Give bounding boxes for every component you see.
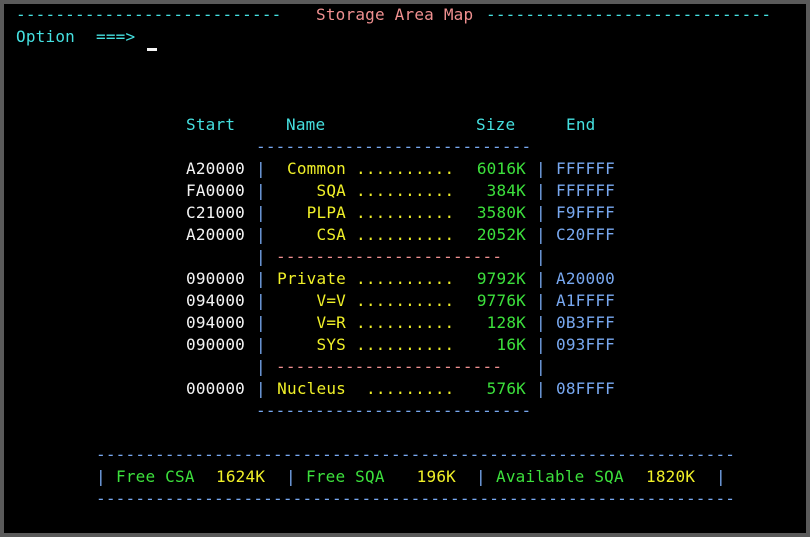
text-cursor: [147, 48, 157, 51]
row-start-address: 094000: [186, 291, 245, 310]
summary-bar: |: [716, 467, 726, 486]
row-start-address: 090000: [186, 335, 245, 354]
box-left-bar: |: [256, 335, 266, 354]
box-left-bar: |: [256, 291, 266, 310]
box-right-bar: |: [536, 335, 546, 354]
option-arrow: ===>: [96, 27, 136, 46]
row-end-address: 08FFFF: [556, 379, 615, 398]
row-end-address: A20000: [556, 269, 615, 288]
row-end-address: C20FFF: [556, 225, 615, 244]
row-end-address: 0B3FFF: [556, 313, 615, 332]
row-leader-dots: .........: [366, 379, 455, 398]
row-start-address: 000000: [186, 379, 245, 398]
box-right-bar: |: [536, 379, 546, 398]
box-right-bar: |: [536, 181, 546, 200]
summary-bar: |: [96, 467, 106, 486]
row-start-address: 094000: [186, 313, 245, 332]
row-leader-dots: ..........: [356, 335, 455, 354]
row-size: 3580K: [476, 203, 526, 222]
row-area-name: PLPA: [306, 203, 346, 222]
option-label: Option: [16, 27, 75, 46]
column-header-start: Start: [186, 115, 236, 134]
box-right-bar: |: [536, 203, 546, 222]
row-size: 9792K: [476, 269, 526, 288]
box-left-bar: |: [256, 313, 266, 332]
box-right-bar: |: [536, 313, 546, 332]
box-left-bar: |: [256, 357, 266, 376]
row-area-name: SQA: [316, 181, 346, 200]
box-left-bar: |: [256, 159, 266, 178]
row-size: 2052K: [476, 225, 526, 244]
row-leader-dots: ..........: [356, 291, 455, 310]
box-rule-top: ----------------------------: [256, 137, 532, 156]
box-left-bar: |: [256, 225, 266, 244]
row-area-name: Common: [287, 159, 346, 178]
row-area-name: SYS: [316, 335, 346, 354]
row-start-address: FA0000: [186, 181, 245, 200]
row-leader-dots: ..........: [356, 203, 455, 222]
free-csa-label: Free CSA: [116, 467, 195, 486]
row-leader-dots: ..........: [356, 225, 455, 244]
box-right-bar: |: [536, 159, 546, 178]
option-input[interactable]: [147, 26, 347, 48]
summary-rule-bottom: ----------------------------------------…: [96, 489, 736, 508]
box-left-bar: |: [256, 269, 266, 288]
row-end-address: 093FFF: [556, 335, 615, 354]
row-start-address: C21000: [186, 203, 245, 222]
title-dashes-left: ---------------------------: [16, 5, 282, 24]
row-start-address: 090000: [186, 269, 245, 288]
column-header-end: End: [566, 115, 596, 134]
box-left-bar: |: [256, 203, 266, 222]
section-separator: -----------------------: [276, 357, 503, 376]
column-header-size: Size: [476, 115, 516, 134]
summary-bar: |: [286, 467, 296, 486]
box-left-bar: |: [256, 379, 266, 398]
row-size: 384K: [486, 181, 526, 200]
title-dashes-right: -----------------------------: [486, 5, 772, 24]
box-right-bar: |: [536, 225, 546, 244]
row-size: 6016K: [476, 159, 526, 178]
box-right-bar: |: [536, 357, 546, 376]
row-start-address: A20000: [186, 159, 245, 178]
row-size: 576K: [486, 379, 526, 398]
summary-rule-top: ----------------------------------------…: [96, 445, 736, 464]
available-sqa-value: 1820K: [646, 467, 696, 486]
row-area-name: V=R: [316, 313, 346, 332]
summary-bar: |: [476, 467, 486, 486]
row-leader-dots: ..........: [356, 269, 455, 288]
box-left-bar: |: [256, 247, 266, 266]
row-size: 128K: [486, 313, 526, 332]
row-leader-dots: ..........: [356, 313, 455, 332]
free-sqa-label: Free SQA: [306, 467, 385, 486]
box-right-bar: |: [536, 269, 546, 288]
free-csa-value: 1624K: [216, 467, 266, 486]
terminal-screen: --------------------------- Storage Area…: [4, 4, 806, 533]
row-leader-dots: ..........: [356, 159, 455, 178]
row-area-name: V=V: [316, 291, 346, 310]
box-left-bar: |: [256, 181, 266, 200]
row-end-address: A1FFFF: [556, 291, 615, 310]
column-header-name: Name: [286, 115, 326, 134]
row-area-name: Private: [277, 269, 346, 288]
section-separator: -----------------------: [276, 247, 503, 266]
box-right-bar: |: [536, 291, 546, 310]
box-right-bar: |: [536, 247, 546, 266]
row-size: 9776K: [476, 291, 526, 310]
row-end-address: F9FFFF: [556, 203, 615, 222]
row-start-address: A20000: [186, 225, 245, 244]
row-leader-dots: ..........: [356, 181, 455, 200]
row-area-name: CSA: [316, 225, 346, 244]
box-rule-bottom: ----------------------------: [256, 401, 532, 420]
row-end-address: FFFFFF: [556, 181, 615, 200]
row-end-address: FFFFFF: [556, 159, 615, 178]
page-title: Storage Area Map: [316, 5, 474, 24]
free-sqa-value: 196K: [416, 467, 456, 486]
row-size: 16K: [496, 335, 526, 354]
row-area-name: Nucleus: [277, 379, 346, 398]
available-sqa-label: Available SQA: [496, 467, 624, 486]
